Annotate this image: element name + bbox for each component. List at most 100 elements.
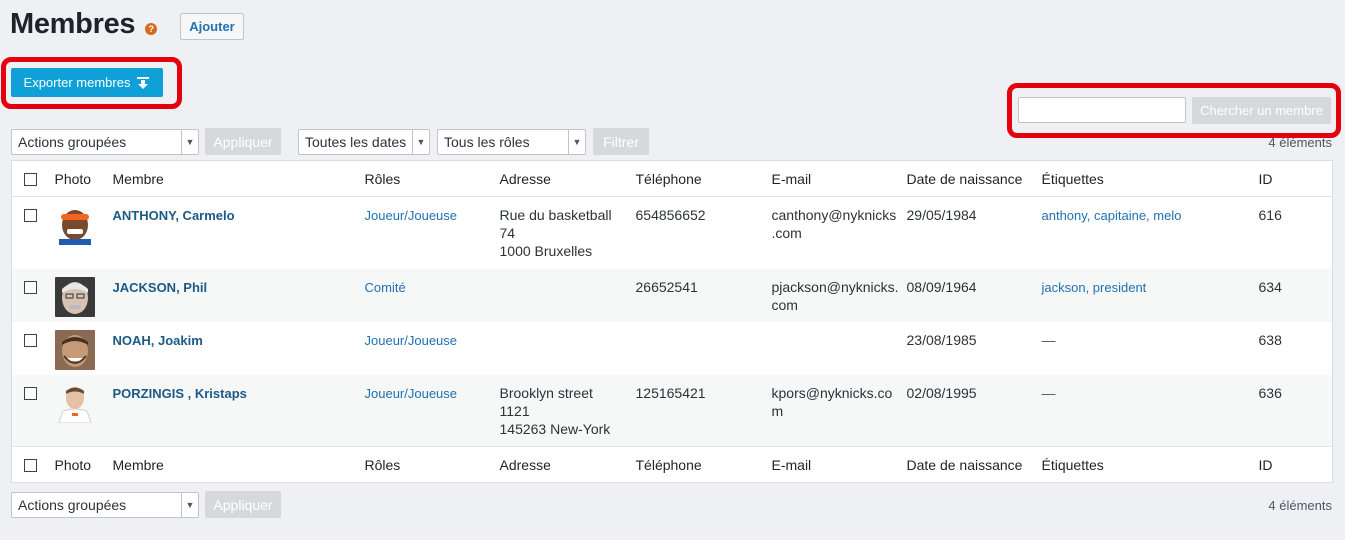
chevron-down-icon: ▼	[568, 130, 585, 154]
email-cell: pjackson@nyknicks. com	[772, 269, 907, 322]
phone-cell: 125165421	[635, 384, 706, 401]
photo-cell	[54, 197, 113, 269]
avatar	[54, 205, 95, 245]
row-select-cell	[12, 322, 55, 375]
role-link[interactable]: Comité	[365, 280, 406, 295]
column-phone-footer: Téléphone	[635, 456, 702, 473]
photo-cell	[54, 322, 113, 375]
select-all-checkbox[interactable]	[24, 173, 37, 186]
email-cell: kpors@nyknicks.co m	[772, 375, 907, 447]
table-row: JACKSON, Phil Comité 26652541 pjackson@n…	[11, 268, 1333, 322]
table-row: ANTHONY, Carmelo Joueur/Joueuse Rue du b…	[12, 197, 1333, 269]
address-line: 1000 Bruxelles	[499, 243, 593, 259]
chevron-down-icon: ▼	[181, 130, 198, 154]
member-name-cell: PORZINGIS , Kristaps	[113, 375, 365, 447]
tags-cell: —	[1041, 331, 1056, 348]
role-link[interactable]: Joueur/Joueuse	[365, 208, 458, 223]
item-count-bottom: 4 éléments	[1268, 498, 1332, 513]
birth-cell: 29/05/1984	[906, 207, 977, 223]
email-line: kpors@nyknicks.co	[771, 384, 893, 401]
filter-button[interactable]: Filtrer	[593, 128, 649, 155]
bulk-actions-value: Actions groupées	[18, 134, 127, 150]
column-roles-footer: Rôles	[364, 456, 401, 473]
tags-cell: anthony, capitaine, melo	[1042, 197, 1259, 269]
member-name-link[interactable]: ANTHONY, Carmelo	[113, 208, 235, 223]
role-cell: Joueur/Joueuse	[365, 375, 500, 447]
table-footer-row: Photo Membre Rôles Adresse Téléphone E-m…	[11, 446, 1333, 483]
chevron-down-icon: ▼	[181, 493, 198, 517]
dates-filter-select[interactable]: Toutes les dates ▼	[298, 129, 430, 155]
id-cell: 616	[1258, 207, 1282, 223]
email-cell: canthony@nyknicks .com	[772, 197, 907, 269]
row-checkbox[interactable]	[24, 209, 37, 222]
roles-filter-value: Tous les rôles	[444, 134, 530, 150]
title-row: Membres ? Ajouter	[10, 8, 244, 41]
bulk-actions-value: Actions groupées	[18, 497, 127, 513]
bulk-actions-select-bottom[interactable]: Actions groupées ▼	[11, 492, 199, 518]
column-address: Adresse	[499, 170, 551, 187]
tag-links[interactable]: anthony, capitaine, melo	[1042, 208, 1182, 223]
address-cell	[500, 269, 636, 322]
member-name-link[interactable]: PORZINGIS , Kristaps	[113, 386, 247, 401]
email-line: com	[771, 296, 798, 313]
email-line: pjackson@nyknicks.	[771, 278, 899, 295]
avatar	[54, 276, 95, 317]
role-link[interactable]: Joueur/Joueuse	[365, 333, 458, 348]
birth-cell: 23/08/1985	[906, 331, 977, 348]
tag-links[interactable]: jackson, president	[1042, 280, 1147, 295]
photo-cell	[54, 269, 113, 322]
row-checkbox[interactable]	[24, 280, 37, 294]
apply-button-top[interactable]: Appliquer	[205, 128, 281, 155]
add-member-button[interactable]: Ajouter	[180, 12, 244, 40]
address-cell: Rue du basketball 74 1000 Bruxelles	[500, 197, 636, 269]
column-phone: Téléphone	[635, 170, 702, 187]
question-circle-icon[interactable]: ?	[145, 22, 158, 35]
role-cell: Comité	[365, 269, 500, 322]
member-name-cell: JACKSON, Phil	[113, 269, 365, 322]
column-id-footer: ID	[1258, 456, 1273, 473]
phone-cell: 654856652	[635, 207, 706, 223]
email-line: m	[771, 402, 784, 419]
column-address-footer: Adresse	[499, 456, 551, 473]
column-tags-footer: Étiquettes	[1041, 456, 1104, 473]
row-select-cell	[12, 269, 55, 322]
address-cell: Brooklyn street 1121 145263 New-York	[500, 375, 636, 447]
avatar	[54, 382, 95, 423]
address-line: 145263 New-York	[499, 420, 611, 437]
column-photo-footer: Photo	[54, 456, 92, 473]
column-member-sort[interactable]: Membre	[113, 161, 365, 197]
apply-button-bottom[interactable]: Appliquer	[205, 491, 281, 518]
id-cell: 634	[1258, 278, 1282, 295]
row-checkbox[interactable]	[24, 386, 37, 400]
row-select-cell	[12, 375, 55, 447]
phone-cell	[636, 322, 772, 375]
member-name-link[interactable]: NOAH, Joakim	[113, 333, 203, 348]
dates-filter-value: Toutes les dates	[305, 134, 407, 150]
tags-cell: jackson, president	[1042, 269, 1259, 322]
email-line: .com	[771, 225, 802, 241]
item-count-top: 4 éléments	[1268, 135, 1332, 150]
roles-filter-select[interactable]: Tous les rôles ▼	[437, 129, 586, 155]
select-all-checkbox-footer[interactable]	[24, 459, 37, 472]
role-cell: Joueur/Joueuse	[365, 322, 500, 375]
birth-cell: 02/08/1995	[906, 384, 977, 401]
id-cell: 638	[1258, 331, 1282, 348]
column-birth: Date de naissance	[906, 170, 1023, 187]
bulk-actions-select-top[interactable]: Actions groupées ▼	[11, 129, 199, 155]
address-cell	[500, 322, 636, 375]
column-id: ID	[1258, 170, 1273, 187]
phone-cell: 26652541	[635, 278, 698, 295]
address-line: 1121	[499, 402, 530, 419]
table-header-row: Photo Membre Rôles Adresse Téléphone E-m…	[11, 161, 1333, 197]
row-checkbox[interactable]	[24, 333, 37, 347]
photo-cell	[54, 375, 113, 447]
address-line: 74	[499, 225, 516, 241]
member-name-link[interactable]: JACKSON, Phil	[113, 280, 208, 295]
table-row: PORZINGIS , Kristaps Joueur/Joueuse Broo…	[11, 374, 1333, 447]
role-link[interactable]: Joueur/Joueuse	[365, 386, 458, 401]
email-line: canthony@nyknicks	[771, 207, 897, 223]
table-row: NOAH, Joakim Joueur/Joueuse 23/08/1985 —…	[12, 322, 1333, 375]
email-cell	[772, 322, 907, 375]
avatar	[54, 329, 95, 370]
column-member-sort-footer[interactable]: Membre	[113, 447, 365, 483]
